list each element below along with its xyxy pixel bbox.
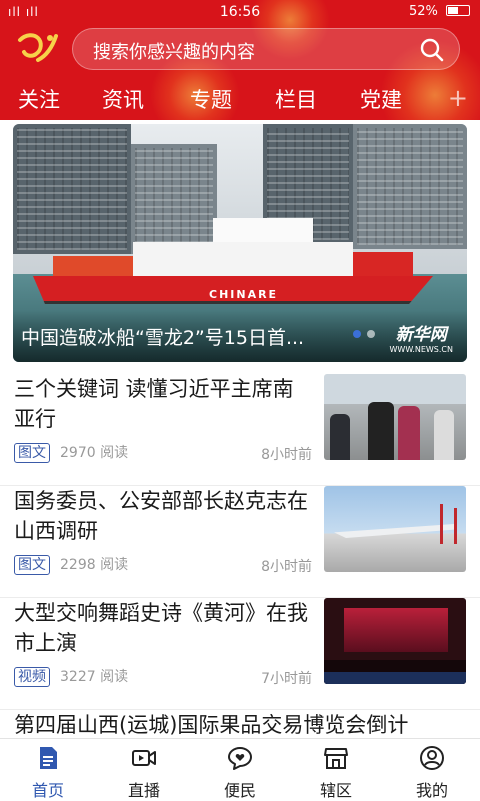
bottom-tab-bar: 首页 直播 便民 辖区 我的 — [0, 738, 480, 800]
banner-caption[interactable]: 中国造破冰船“雪龙2”号15日首... — [21, 323, 304, 350]
carousel-dots — [353, 323, 381, 342]
add-channel-button[interactable]: + — [448, 84, 468, 112]
watermark-cn: 新华网 — [395, 325, 447, 345]
tab-news[interactable]: 资讯 — [102, 84, 144, 114]
news-title[interactable]: 大型交响舞蹈史诗《黄河》在我市上演 — [14, 598, 314, 658]
featured-banner[interactable]: CHINARE 中国造破冰船“雪龙2”号15日首... 新华网 WWW.NEWS… — [13, 124, 467, 362]
xinhua-watermark: 新华网 WWW.NEWS.CN — [390, 320, 454, 354]
thumb-subtitle-bar — [324, 672, 466, 684]
thumb-flag — [454, 508, 457, 544]
news-time: 8小时前 — [261, 559, 312, 575]
nav-service[interactable]: 便民 — [192, 739, 288, 801]
status-right: 52% — [409, 4, 470, 19]
news-item[interactable]: 第四届山西(运城)国际果品交易博览会倒计 — [0, 710, 480, 740]
carousel-dot-active[interactable] — [353, 330, 361, 338]
battery-percent: 52% — [408, 4, 438, 19]
news-reads: 3227 阅读 — [60, 669, 129, 685]
battery-icon — [446, 5, 470, 16]
thumb-figure — [434, 410, 454, 460]
carousel-dot[interactable] — [367, 330, 375, 338]
news-thumbnail[interactable] — [324, 374, 466, 460]
building-right2 — [353, 124, 467, 249]
news-title[interactable]: 国务委员、公安部部长赵克志在山西调研 — [14, 486, 314, 546]
nav-district[interactable]: 辖区 — [288, 739, 384, 801]
nav-label: 我的 — [415, 781, 448, 800]
tab-party[interactable]: 党建 — [360, 84, 402, 114]
video-camera-icon — [132, 750, 156, 766]
thumb-stage — [344, 608, 448, 652]
news-item[interactable]: 大型交响舞蹈史诗《黄河》在我市上演 视频 3227 阅读 7小时前 — [0, 598, 480, 710]
thumb-building — [334, 524, 454, 538]
building-left2 — [131, 144, 217, 254]
ship-bridge — [213, 218, 313, 244]
search-placeholder: 搜索你感兴趣的内容 — [93, 42, 255, 63]
tab-topics[interactable]: 专题 — [190, 84, 232, 114]
app-logo-icon[interactable] — [16, 30, 60, 66]
channel-tabs: 关注 资讯 专题 栏目 党建 + — [0, 80, 480, 116]
user-icon — [420, 746, 444, 770]
news-title[interactable]: 第四届山西(运城)国际果品交易博览会倒计 — [14, 710, 474, 740]
nav-label: 直播 — [127, 781, 160, 800]
ship-superstructure — [133, 242, 353, 278]
nav-live[interactable]: 直播 — [96, 739, 192, 801]
ship-hull-text: CHINARE — [209, 288, 279, 301]
heart-chat-icon — [228, 747, 252, 770]
news-reads: 2970 阅读 — [60, 445, 129, 461]
news-meta: 图文 2970 阅读 8小时前 — [14, 442, 312, 464]
ship-deck — [353, 252, 413, 278]
nav-label: 首页 — [31, 781, 64, 800]
search-icon[interactable] — [419, 37, 445, 63]
battery-level — [448, 7, 459, 14]
news-reads: 2298 阅读 — [60, 557, 129, 573]
search-input[interactable]: 搜索你感兴趣的内容 — [72, 28, 460, 70]
news-title[interactable]: 三个关键词 读懂习近平主席南亚行 — [14, 374, 314, 434]
watermark-en: WWW.NEWS.CN — [389, 345, 454, 354]
nav-label: 辖区 — [319, 781, 352, 800]
news-item[interactable]: 三个关键词 读懂习近平主席南亚行 图文 2970 阅读 8小时前 — [0, 374, 480, 486]
news-type-badge: 视频 — [14, 667, 50, 687]
news-thumbnail[interactable] — [324, 598, 466, 684]
status-bar: ıll ıll 16:56 52% — [0, 0, 480, 24]
news-meta: 图文 2298 阅读 8小时前 — [14, 554, 312, 576]
nav-home[interactable]: 首页 — [0, 739, 96, 801]
home-doc-icon — [40, 747, 57, 769]
nav-label: 便民 — [223, 781, 256, 800]
news-thumbnail[interactable] — [324, 486, 466, 572]
news-item[interactable]: 国务委员、公安部部长赵克志在山西调研 图文 2298 阅读 8小时前 — [0, 486, 480, 598]
thumb-flag — [440, 504, 443, 544]
thumb-figure — [368, 402, 394, 460]
thumb-figure — [330, 414, 350, 460]
thumb-figure — [398, 406, 420, 460]
tab-columns[interactable]: 栏目 — [275, 84, 317, 114]
news-time: 7小时前 — [261, 671, 312, 687]
news-time: 8小时前 — [261, 447, 312, 463]
news-type-badge: 图文 — [14, 443, 50, 463]
news-meta: 视频 3227 阅读 7小时前 — [14, 666, 312, 688]
store-icon — [324, 748, 348, 769]
tab-follow[interactable]: 关注 — [18, 84, 60, 114]
nav-profile[interactable]: 我的 — [384, 739, 480, 801]
ship-crane — [53, 256, 133, 278]
app-header: ıll ıll 16:56 52% 搜索你感兴趣的内容 关注 资讯 专题 栏目 … — [0, 0, 480, 120]
news-type-badge: 图文 — [14, 555, 50, 575]
building-left — [13, 124, 131, 254]
